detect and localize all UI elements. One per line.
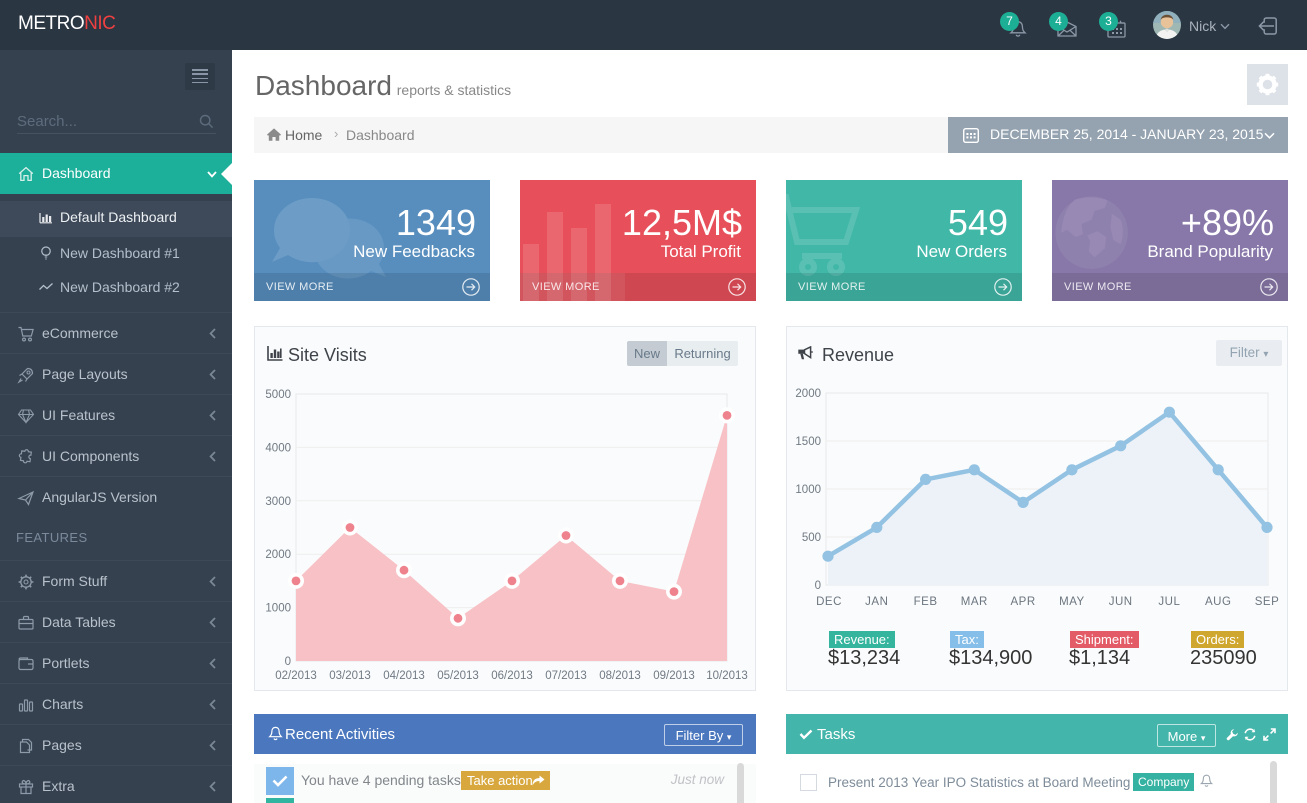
svg-text:DEC: DEC <box>816 596 842 608</box>
svg-text:SEP: SEP <box>1255 596 1280 608</box>
svg-text:500: 500 <box>802 532 821 544</box>
svg-text:JUL: JUL <box>1158 596 1180 608</box>
svg-text:JUN: JUN <box>1109 596 1133 608</box>
svg-text:2000: 2000 <box>795 388 821 400</box>
svg-text:04/2013: 04/2013 <box>383 670 425 682</box>
svg-text:MAY: MAY <box>1059 596 1085 608</box>
svg-text:0: 0 <box>815 580 821 592</box>
svg-text:APR: APR <box>1011 596 1036 608</box>
svg-text:5000: 5000 <box>265 389 291 401</box>
svg-text:08/2013: 08/2013 <box>599 670 641 682</box>
svg-text:06/2013: 06/2013 <box>491 670 533 682</box>
svg-text:05/2013: 05/2013 <box>437 670 479 682</box>
svg-text:2000: 2000 <box>265 549 291 561</box>
svg-text:JAN: JAN <box>865 596 888 608</box>
svg-text:0: 0 <box>285 656 291 668</box>
svg-text:09/2013: 09/2013 <box>653 670 695 682</box>
svg-text:MAR: MAR <box>961 596 988 608</box>
svg-text:AUG: AUG <box>1205 596 1231 608</box>
svg-text:07/2013: 07/2013 <box>545 670 587 682</box>
svg-text:1000: 1000 <box>265 603 291 615</box>
svg-text:1500: 1500 <box>795 436 821 448</box>
svg-text:FEB: FEB <box>914 596 938 608</box>
svg-text:03/2013: 03/2013 <box>329 670 371 682</box>
svg-text:4000: 4000 <box>265 442 291 454</box>
svg-text:02/2013: 02/2013 <box>275 670 317 682</box>
svg-text:10/2013: 10/2013 <box>706 670 748 682</box>
svg-text:1000: 1000 <box>795 484 821 496</box>
svg-text:3000: 3000 <box>265 496 291 508</box>
